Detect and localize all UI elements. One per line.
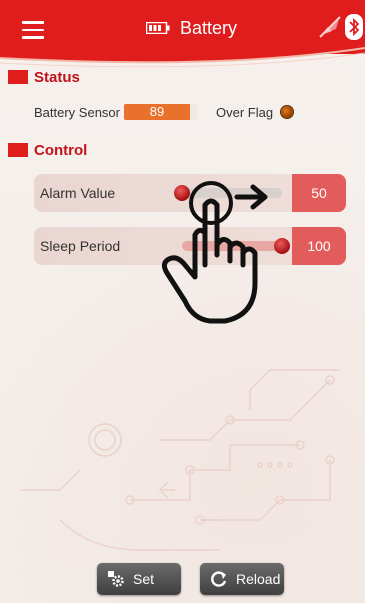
battery-screen: Battery Status Battery Sensor 89 Over Fl… xyxy=(0,0,365,603)
gear-icon xyxy=(108,571,124,587)
battery-sensor-value: 89 xyxy=(149,104,165,119)
set-button-label: Set xyxy=(133,571,155,587)
section-marker xyxy=(8,70,28,84)
battery-icon xyxy=(146,22,170,34)
alarm-value-field[interactable]: 50 xyxy=(292,174,346,212)
alarm-value-label: Alarm Value xyxy=(40,185,116,201)
no-link-icon[interactable] xyxy=(318,15,342,39)
sleep-period-label: Sleep Period xyxy=(40,238,121,254)
page-title: Battery xyxy=(180,18,238,38)
over-flag-indicator xyxy=(281,106,294,118)
battery-sensor-bar: 89 xyxy=(124,104,198,120)
sleep-period-field[interactable]: 100 xyxy=(292,227,346,265)
over-flag-label: Over Flag xyxy=(216,104,274,120)
status-row: Battery Sensor 89 Over Flag xyxy=(34,100,294,124)
section-marker xyxy=(8,143,28,157)
bluetooth-icon[interactable] xyxy=(345,14,363,40)
set-button[interactable]: Set xyxy=(97,563,181,595)
status-heading: Status xyxy=(34,68,80,86)
reload-button[interactable]: Reload xyxy=(200,563,284,595)
control-section-header: Control xyxy=(8,140,87,160)
hamburger-menu-icon[interactable] xyxy=(22,21,44,39)
control-heading: Control xyxy=(34,141,88,159)
app-title: Battery xyxy=(146,15,237,41)
circuit-background xyxy=(20,369,340,551)
refresh-icon xyxy=(211,571,227,587)
swipe-right-hand-icon xyxy=(161,181,268,324)
reload-button-label: Reload xyxy=(236,571,281,587)
status-section-header: Status xyxy=(8,67,80,87)
battery-sensor-label: Battery Sensor xyxy=(34,104,120,120)
